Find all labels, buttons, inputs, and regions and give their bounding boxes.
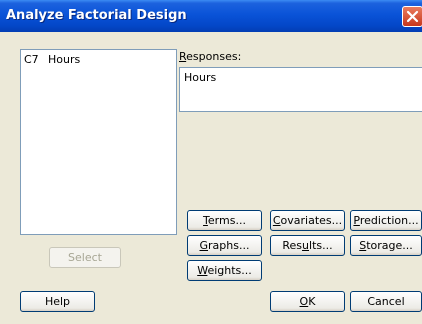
responses-value: Hours	[184, 71, 217, 84]
help-button[interactable]: Help	[20, 291, 95, 312]
variable-name: Hours	[48, 53, 81, 66]
variable-column-id: C7	[24, 53, 39, 66]
responses-field[interactable]: Hours	[179, 67, 422, 112]
select-button[interactable]: Select	[49, 247, 121, 268]
ok-button[interactable]: OK	[270, 291, 345, 312]
title-bar: Analyze Factorial Design	[0, 0, 422, 32]
storage-button[interactable]: Storage...	[350, 235, 422, 256]
results-button[interactable]: Results...	[270, 235, 345, 256]
weights-button[interactable]: Weights...	[187, 260, 262, 281]
cancel-button[interactable]: Cancel	[350, 291, 422, 312]
terms-button[interactable]: Terms...	[187, 210, 262, 231]
graphs-button[interactable]: Graphs...	[187, 235, 262, 256]
covariates-button[interactable]: Covariates...	[270, 210, 345, 231]
variable-list-item[interactable]: C7 Hours	[24, 53, 80, 66]
variable-list[interactable]: C7 Hours	[20, 49, 177, 235]
responses-label: Responses:	[179, 50, 242, 63]
window-title: Analyze Factorial Design	[6, 8, 187, 23]
close-icon	[406, 10, 419, 23]
close-button[interactable]	[402, 6, 422, 27]
prediction-button[interactable]: Prediction...	[350, 210, 422, 231]
